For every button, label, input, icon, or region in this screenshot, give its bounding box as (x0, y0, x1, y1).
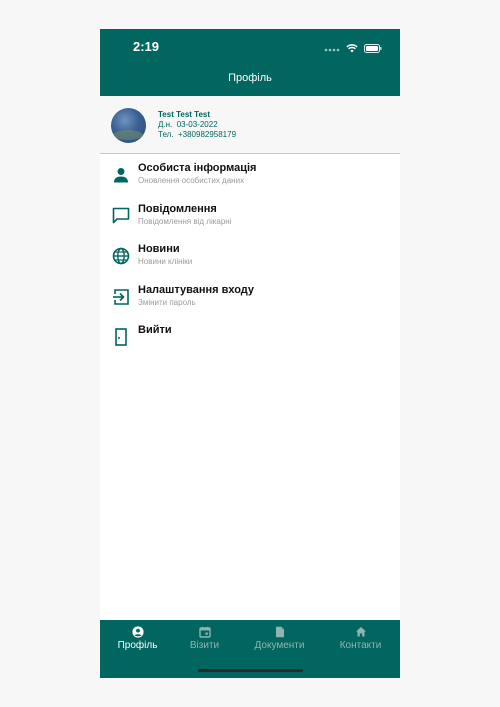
person-icon (111, 165, 131, 185)
status-icons (324, 40, 382, 58)
home-indicator[interactable] (198, 669, 303, 672)
profile-phone-row: Тел. +380982958179 (158, 130, 236, 140)
menu-item-subtitle: Змінити пароль (138, 297, 196, 307)
dob-label: Д.н. (158, 120, 173, 129)
menu-item-subtitle: Повідомлення від лікарні (138, 216, 232, 226)
tab-label: Документи (254, 640, 305, 651)
profile-name: Test Test Test (158, 110, 211, 119)
menu-item-personal-info[interactable]: Особиста інформація Оновлення особистих … (100, 154, 400, 195)
document-icon (275, 626, 284, 638)
login-icon (111, 287, 131, 307)
menu-item-title: Новини (138, 243, 180, 255)
menu-item-title: Налаштування входу (138, 283, 255, 296)
avatar[interactable] (111, 108, 146, 143)
tab-label: Контакти (339, 640, 382, 651)
page-title: Профіль (228, 72, 272, 84)
menu-item-login-settings[interactable]: Налаштування входу Змінити пароль (100, 276, 400, 317)
home-icon (355, 627, 366, 637)
message-icon (111, 206, 131, 226)
phone-value: +380982958179 (177, 130, 237, 139)
profile-menu: Особиста інформація Оновлення особистих … (100, 154, 400, 357)
battery-icon (364, 40, 382, 58)
wifi-icon (346, 40, 358, 58)
app-screen: 2:19 Профіль Test Test Test Д.н. 03-03-2… (100, 29, 400, 678)
menu-item-messages[interactable]: Повідомлення Повідомлення від лікарні (100, 195, 400, 236)
menu-item-subtitle: Оновлення особистих даних (138, 176, 245, 185)
tab-label: Профіль (117, 640, 158, 651)
menu-item-logout[interactable]: Вийти (100, 316, 400, 357)
profile-dob-row: Д.н. 03-03-2022 (158, 120, 236, 130)
profile-card[interactable]: Test Test Test Д.н. 03-03-2022 Тел. +380… (100, 96, 400, 154)
dob-value: 03-03-2022 (176, 120, 218, 129)
menu-item-title: Вийти (138, 324, 172, 336)
tab-contacts[interactable]: Контакти (323, 626, 398, 651)
menu-item-title: Особиста інформація (138, 162, 257, 174)
menu-item-title: Повідомлення (138, 202, 217, 215)
menu-item-news[interactable]: Новини Новини клініки (100, 235, 400, 276)
account-circle-icon (131, 626, 144, 638)
tab-visits[interactable]: Візити (167, 626, 242, 651)
globe-icon (111, 246, 131, 266)
signal-icon (324, 40, 340, 58)
menu-item-subtitle: Новини клініки (138, 257, 193, 266)
profile-info: Test Test Test Д.н. 03-03-2022 Тел. +380… (158, 110, 236, 140)
bottom-tab-bar: Профіль Візити Документи Контакти (100, 620, 400, 678)
tab-documents[interactable]: Документи (242, 626, 317, 651)
status-time: 2:19 (133, 39, 160, 54)
app-header: 2:19 Профіль (100, 29, 400, 96)
tab-label: Візити (189, 640, 220, 651)
phone-label: Тел. (158, 130, 174, 139)
door-icon (111, 327, 131, 347)
calendar-icon (198, 626, 211, 638)
tab-profile[interactable]: Профіль (100, 626, 175, 651)
